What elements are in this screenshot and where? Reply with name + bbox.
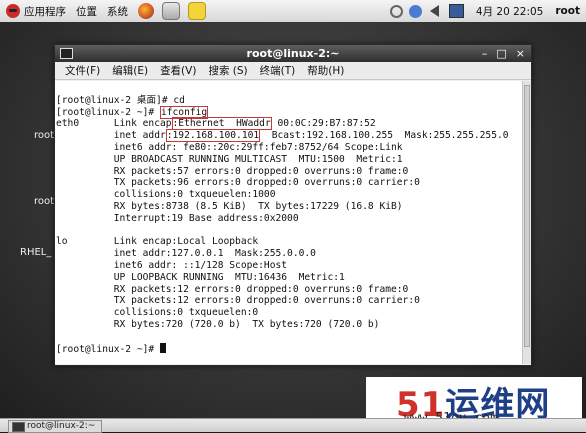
output-text: inet addr: [56, 130, 166, 142]
terminal-line: RX packets:57 errors:0 dropped:0 overrun…: [56, 165, 409, 177]
terminal-window: root@linux-2:~ – □ × 文件(F) 编辑(E) 查看(V) 搜…: [54, 44, 532, 366]
menu-view[interactable]: 查看(V): [160, 63, 196, 78]
terminal-line: RX bytes:720 (720.0 b) TX bytes:720 (720…: [56, 318, 380, 330]
menubar: 文件(F) 编辑(E) 查看(V) 搜索 (S) 终端(T) 帮助(H): [55, 62, 531, 80]
firefox-icon[interactable]: [138, 3, 154, 19]
highlighted-ip: :192.168.100.101: [165, 129, 261, 143]
close-button[interactable]: ×: [516, 45, 525, 62]
output-text: Bcast:192.168.100.255 Mask:255.255.255.0: [260, 130, 509, 142]
clock[interactable]: 4月 20 22:05: [476, 4, 543, 19]
terminal-line: TX packets:96 errors:0 dropped:0 overrun…: [56, 177, 420, 189]
terminal-output[interactable]: [root@linux-2 桌面]# cd [root@linux-2 ~]# i…: [55, 81, 523, 364]
prompt: [root@linux-2 ~]#: [56, 343, 160, 355]
desktop-icon-label[interactable]: root: [34, 196, 54, 207]
output-text: 00:0C:29:B7:87:52: [271, 118, 376, 130]
terminal-line: lo Link encap:Local Loopback: [56, 236, 259, 248]
maximize-button[interactable]: □: [496, 45, 506, 62]
places-menu[interactable]: 位置: [76, 4, 97, 19]
output-text: eth0 Link encap: [56, 118, 172, 130]
terminal-line: TX packets:12 errors:0 dropped:0 overrun…: [56, 295, 420, 307]
terminal-line: collisions:0 txqueuelen:1000: [56, 189, 276, 201]
mail-icon[interactable]: [162, 2, 180, 20]
taskbar-terminal-button[interactable]: root@linux-2:~: [8, 420, 103, 433]
window-controls: – □ ×: [482, 45, 525, 62]
window-titlebar[interactable]: root@linux-2:~ – □ ×: [55, 45, 531, 62]
terminal-line: inet6 addr: fe80::20c:29ff:feb7:8752/64 …: [56, 141, 403, 153]
bottom-taskbar: root@linux-2:~: [0, 418, 586, 433]
terminal-line: UP BROADCAST RUNNING MULTICAST MTU:1500 …: [56, 153, 403, 165]
terminal-line: inet6 addr: ::1/128 Scope:Host: [56, 259, 288, 271]
menu-terminal[interactable]: 终端(T): [260, 63, 296, 78]
update-icon[interactable]: [389, 4, 403, 18]
notes-icon[interactable]: [188, 2, 206, 20]
scrollbar-thumb[interactable]: [524, 85, 530, 347]
menu-help[interactable]: 帮助(H): [307, 63, 344, 78]
menu-file[interactable]: 文件(F): [65, 63, 100, 78]
desktop-icon-label[interactable]: root: [34, 130, 54, 141]
menu-search[interactable]: 搜索 (S): [208, 63, 247, 78]
help-icon[interactable]: [408, 4, 422, 18]
desktop-icon-label[interactable]: RHEL_: [20, 247, 51, 258]
terminal-line: RX bytes:8738 (8.5 KiB) TX bytes:17229 (…: [56, 200, 403, 212]
taskbar-label: root@linux-2:~: [27, 421, 96, 431]
minimize-button[interactable]: –: [482, 45, 488, 62]
terminal-line: [root@linux-2 ~]# ifconfig: [56, 105, 523, 119]
terminal-icon: [60, 48, 73, 59]
terminal-line: UP LOOPBACK RUNNING MTU:16436 Metric:1: [56, 271, 345, 283]
network-icon[interactable]: [448, 4, 464, 18]
fedora-icon[interactable]: [6, 4, 20, 18]
terminal-line: RX packets:12 errors:0 dropped:0 overrun…: [56, 283, 409, 295]
terminal-line: eth0 Link encap:Ethernet HWaddr 00:0C:29…: [56, 117, 523, 131]
scrollbar[interactable]: [522, 81, 531, 364]
terminal-line: collisions:0 txqueuelen:0: [56, 307, 259, 319]
cursor: [159, 342, 166, 353]
volume-icon[interactable]: [429, 5, 439, 17]
menu-edit[interactable]: 编辑(E): [112, 63, 148, 78]
prompt: [root@linux-2 ~]#: [56, 106, 160, 118]
window-title: root@linux-2:~: [246, 47, 340, 60]
terminal-line: inet addr:127.0.0.1 Mask:255.0.0.0: [56, 248, 316, 260]
top-panel: 应用程序 位置 系统 4月 20 22:05 root: [0, 0, 586, 23]
applications-menu[interactable]: 应用程序: [24, 4, 66, 19]
user-menu[interactable]: root: [555, 5, 580, 17]
terminal-prompt-line: [root@linux-2 ~]#: [56, 342, 523, 356]
terminal-line: inet addr:192.168.100.101 Bcast:192.168.…: [56, 129, 523, 143]
terminal-line: [root@linux-2 桌面]# cd: [56, 94, 185, 106]
system-menu[interactable]: 系统: [107, 4, 128, 19]
terminal-line: Interrupt:19 Base address:0x2000: [56, 212, 299, 224]
